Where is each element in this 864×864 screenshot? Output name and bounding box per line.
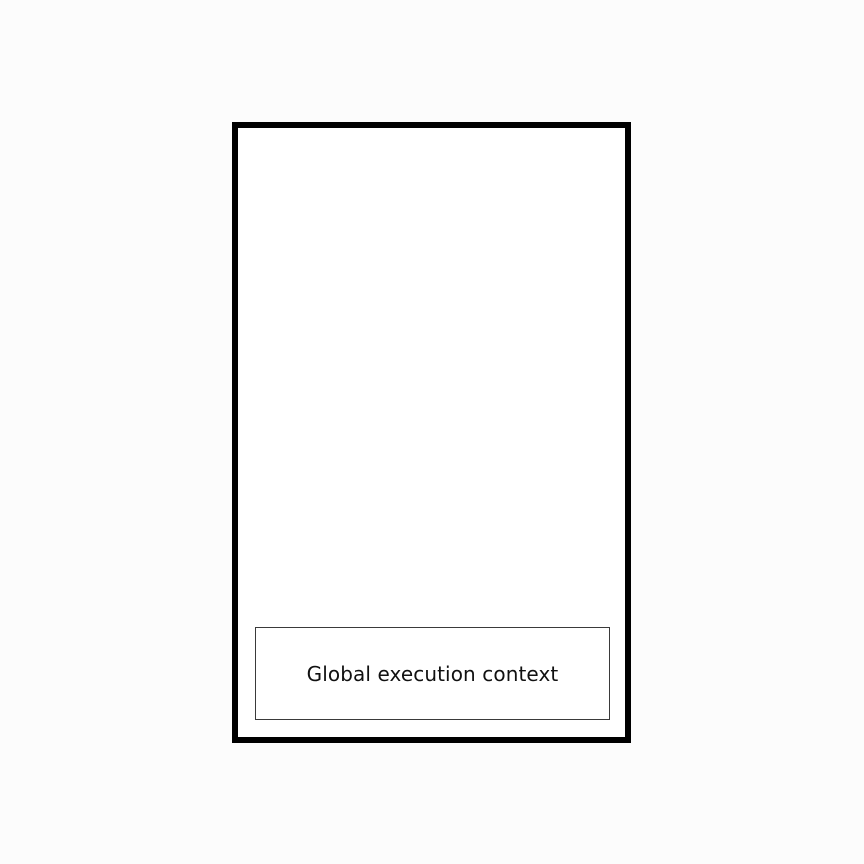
diagram-canvas: Global execution context xyxy=(0,0,864,864)
global-execution-context-frame: Global execution context xyxy=(255,627,610,720)
global-execution-context-label: Global execution context xyxy=(306,661,559,686)
